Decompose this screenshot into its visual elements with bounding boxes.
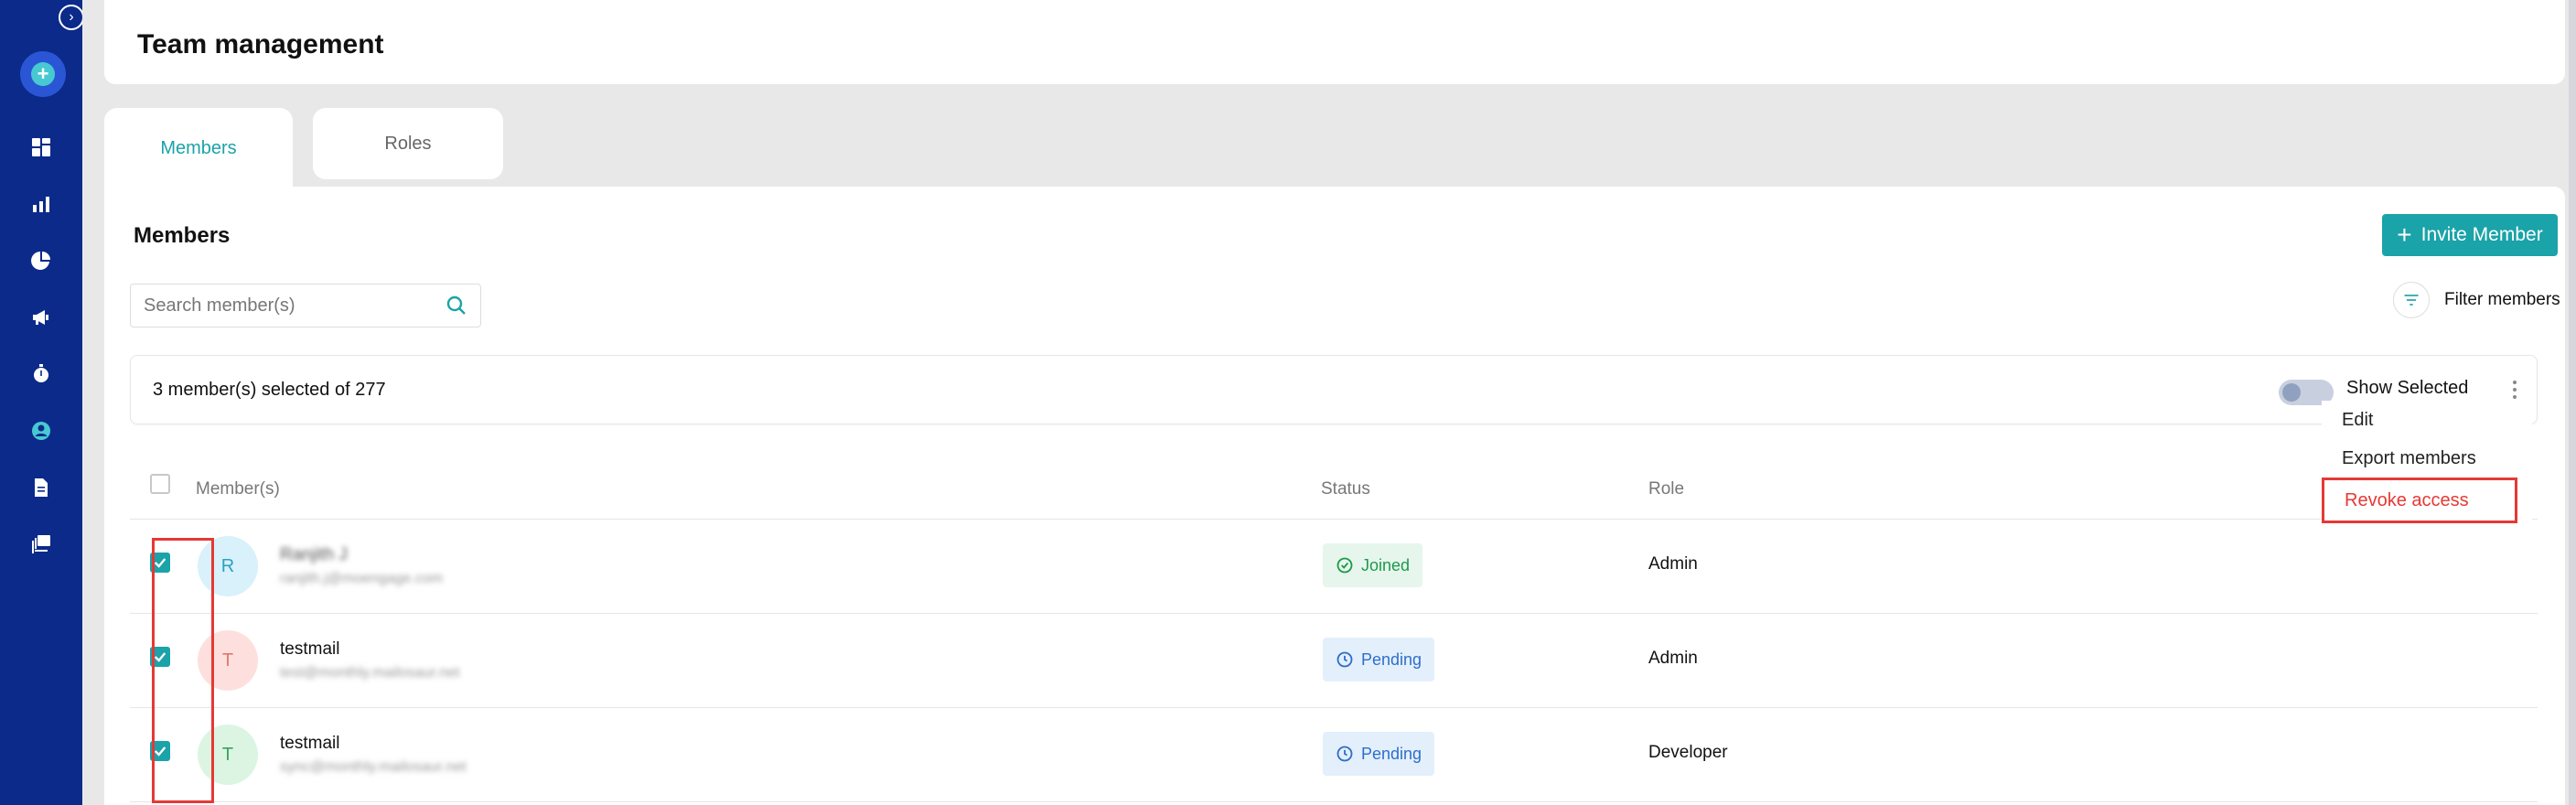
member-name: Ranjith J	[280, 545, 348, 564]
member-name: testmail	[280, 639, 340, 659]
clock-icon	[1336, 651, 1353, 668]
filter-members[interactable]: Filter members	[2393, 282, 2560, 318]
dashboard-icon	[32, 138, 50, 156]
status-badge: Pending	[1323, 638, 1435, 682]
page-title: Team management	[137, 29, 384, 59]
column-header-status: Status	[1321, 479, 1370, 499]
member-email: ranjith.j@moengage.com	[280, 571, 444, 586]
sidebar-item-flows[interactable]	[0, 346, 82, 402]
tab-roles[interactable]: Roles	[313, 108, 503, 179]
status-badge: Pending	[1323, 732, 1435, 776]
table-header: Member(s) Status Role	[130, 443, 2538, 520]
filter-members-label: Filter members	[2444, 290, 2560, 309]
select-all-checkbox[interactable]	[150, 474, 170, 494]
member-role: Developer	[1648, 743, 1728, 762]
menu-item-revoke-access[interactable]: Revoke access	[2322, 478, 2517, 523]
sidebar-item-team[interactable]	[0, 402, 82, 459]
table-row: T testmail test@monthly.mailosaur.net Pe…	[130, 614, 2538, 708]
sidebar-nav	[0, 119, 82, 573]
more-options-icon[interactable]	[2506, 376, 2524, 403]
check-circle-icon	[1336, 557, 1353, 574]
menu-item-export-members[interactable]: Export members	[2322, 439, 2532, 478]
column-header-role: Role	[1648, 479, 1685, 499]
clock-icon	[1336, 746, 1353, 762]
selection-bar: 3 member(s) selected of 277 Show Selecte…	[130, 355, 2538, 424]
members-title: Members	[134, 223, 231, 248]
sidebar-item-reports[interactable]	[0, 459, 82, 516]
tab-members[interactable]: Members	[104, 108, 293, 188]
tab-bar: Members Roles	[104, 108, 503, 188]
plus-icon: +	[31, 62, 55, 86]
invite-member-label: Invite Member	[2420, 224, 2543, 245]
selection-count: 3 member(s) selected of 277	[153, 380, 386, 400]
gallery-icon	[32, 535, 50, 553]
status-label: Joined	[1361, 555, 1411, 574]
pie-chart-icon	[31, 252, 50, 270]
invite-member-button[interactable]: + Invite Member	[2382, 214, 2558, 256]
user-circle-icon	[32, 422, 50, 440]
sidebar-item-dashboard[interactable]	[0, 119, 82, 176]
bulk-actions-menu: Edit Export members Revoke access	[2322, 401, 2532, 523]
toggle-knob	[2282, 383, 2301, 402]
selection-highlight	[152, 538, 214, 803]
plus-icon: +	[2397, 220, 2412, 249]
sidebar: › +	[0, 0, 84, 805]
member-email: test@monthly.mailosaur.net	[280, 665, 460, 681]
document-icon	[35, 478, 48, 497]
window-edge	[2569, 0, 2576, 805]
megaphone-icon	[33, 310, 48, 325]
table-row: R Ranjith J ranjith.j@moengage.com Joine…	[130, 520, 2538, 614]
row-more-options-icon[interactable]	[2442, 551, 2461, 578]
sidebar-item-analytics[interactable]	[0, 176, 82, 232]
sidebar-item-segments[interactable]	[0, 232, 82, 289]
search-input[interactable]	[144, 295, 445, 317]
members-panel: Members + Invite Member Filter members 3…	[104, 187, 2565, 805]
create-button[interactable]: +	[20, 51, 66, 97]
table-row: T testmail sync@monthly.mailosaur.net Pe…	[130, 708, 2538, 802]
status-label: Pending	[1361, 744, 1422, 763]
status-label: Pending	[1361, 649, 1422, 669]
sidebar-item-content[interactable]	[0, 516, 82, 573]
sidebar-item-campaigns[interactable]	[0, 289, 82, 346]
member-role: Admin	[1648, 649, 1698, 668]
row-more-options-icon[interactable]	[2442, 739, 2461, 767]
search-icon[interactable]	[445, 295, 467, 317]
member-name: testmail	[280, 734, 340, 753]
show-selected-label: Show Selected	[2346, 378, 2469, 398]
main-area: Team management Members Roles Members + …	[82, 0, 2576, 805]
chevron-right-icon[interactable]: ›	[59, 5, 84, 30]
filter-button[interactable]	[2393, 282, 2430, 318]
column-header-members: Member(s)	[196, 479, 280, 499]
page-header: Team management	[104, 0, 2565, 84]
member-email: sync@monthly.mailosaur.net	[280, 759, 467, 775]
bar-chart-icon	[33, 197, 49, 212]
status-badge: Joined	[1323, 543, 1423, 587]
search-box	[130, 284, 481, 327]
filter-icon	[2404, 295, 2419, 306]
menu-item-edit[interactable]: Edit	[2322, 401, 2532, 439]
row-more-options-icon[interactable]	[2442, 645, 2461, 672]
members-table: Member(s) Status Role R Ranjith J ranjit…	[130, 443, 2538, 802]
timer-icon	[34, 364, 48, 382]
member-role: Admin	[1648, 554, 1698, 574]
